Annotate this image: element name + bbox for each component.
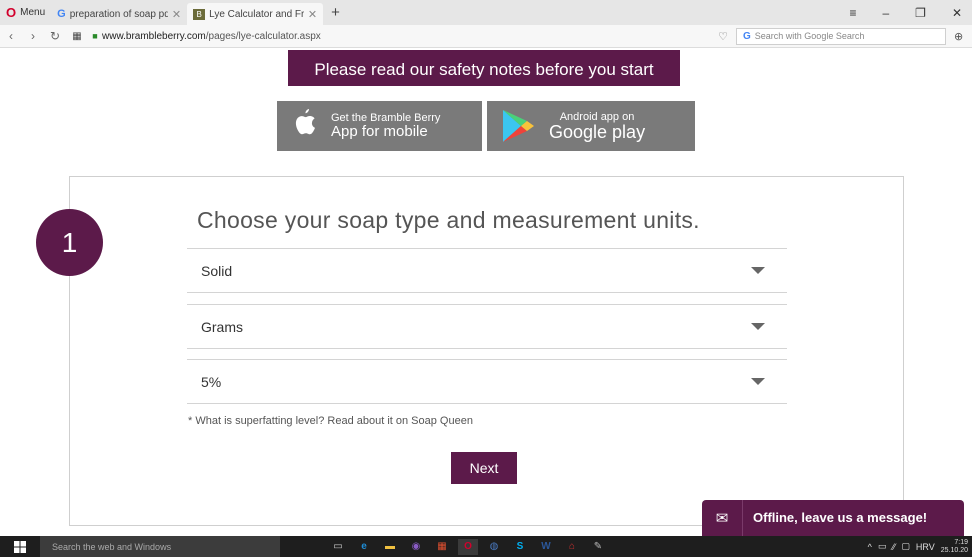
tab-google-search[interactable]: G preparation of soap pdf - G ✕ bbox=[51, 3, 187, 25]
windows-start-icon[interactable] bbox=[0, 540, 40, 553]
soap-type-value: Solid bbox=[201, 262, 233, 279]
taskbar-search-input[interactable]: Search the web and Windows bbox=[40, 536, 280, 557]
skype-icon[interactable]: S bbox=[510, 539, 530, 555]
step-number-badge: 1 bbox=[36, 209, 103, 276]
tab-close-icon[interactable]: ✕ bbox=[172, 8, 181, 21]
apple-logo-icon bbox=[277, 107, 331, 145]
next-button[interactable]: Next bbox=[451, 452, 517, 484]
safety-notes-banner[interactable]: Please read our safety notes before you … bbox=[288, 50, 680, 86]
new-tab-button[interactable]: + bbox=[323, 4, 348, 21]
back-icon[interactable]: ‹ bbox=[0, 29, 22, 43]
battery-icon[interactable]: ▭ bbox=[878, 541, 887, 552]
window-controls: ≡ – ❐ ✕ bbox=[849, 6, 972, 20]
tab-close-icon[interactable]: ✕ bbox=[308, 8, 317, 21]
tray-expand-icon[interactable]: ^ bbox=[868, 542, 872, 552]
bookmark-heart-icon[interactable]: ♡ bbox=[710, 30, 736, 43]
superfat-level-select[interactable]: 5% bbox=[187, 359, 787, 404]
action-center-icon[interactable]: ▢ bbox=[901, 541, 910, 552]
apple-app-line2: App for mobile bbox=[331, 122, 428, 140]
soap-type-select[interactable]: Solid bbox=[187, 248, 787, 293]
restore-icon[interactable]: ❐ bbox=[915, 6, 926, 20]
viber-icon[interactable]: ◉ bbox=[406, 539, 426, 555]
task-view-icon[interactable]: ▭ bbox=[328, 539, 348, 555]
offline-chat-widget[interactable]: ✉ Offline, leave us a message! bbox=[702, 500, 964, 536]
envelope-icon: ✉ bbox=[715, 510, 729, 527]
tab-lye-calculator[interactable]: B Lye Calculator and Fragran ✕ bbox=[187, 3, 324, 25]
bramble-berry-favicon-icon: B bbox=[193, 8, 206, 20]
tab-menu-icon[interactable]: ≡ bbox=[849, 6, 856, 20]
google-search-icon: G bbox=[743, 30, 751, 42]
chevron-down-icon bbox=[751, 267, 765, 274]
paint-icon[interactable]: ✎ bbox=[588, 539, 608, 555]
opera-taskbar-icon[interactable]: O bbox=[458, 538, 478, 555]
chrome-icon[interactable]: ◍ bbox=[484, 539, 504, 555]
forward-icon[interactable]: › bbox=[22, 29, 44, 43]
store-icon[interactable]: ▦ bbox=[432, 539, 452, 555]
browser-nav-bar: ‹ › ↻ ▦ ■ www.brambleberry.com/pages/lye… bbox=[0, 25, 972, 48]
system-tray: ^ ▭ ⁄⁄ ▢ HRV 7:19 25.10.20 bbox=[868, 539, 972, 555]
address-bar[interactable]: www.brambleberry.com/pages/lye-calculato… bbox=[102, 31, 710, 42]
opera-logo-icon: O bbox=[6, 5, 17, 20]
browser-search-input[interactable]: G Search with Google Search bbox=[736, 27, 946, 45]
menu-label: Menu bbox=[20, 7, 46, 18]
superfat-note-link[interactable]: * What is superfatting level? Read about… bbox=[188, 415, 473, 427]
close-window-icon[interactable]: ✕ bbox=[952, 6, 962, 20]
google-play-icon bbox=[487, 108, 549, 144]
pdf-reader-icon[interactable]: ⌂ bbox=[562, 539, 582, 555]
lock-icon: ■ bbox=[92, 31, 98, 41]
speed-dial-icon[interactable]: ▦ bbox=[66, 31, 88, 42]
google-favicon-icon: G bbox=[57, 8, 66, 20]
offline-chat-label: Offline, leave us a message! bbox=[742, 500, 927, 536]
section-title: Choose your soap type and measurement un… bbox=[197, 207, 700, 233]
tab-label: preparation of soap pdf - G bbox=[69, 8, 168, 20]
clock-time: 7:19 bbox=[954, 538, 968, 546]
word-icon[interactable]: W bbox=[536, 539, 556, 555]
network-icon[interactable]: ⁄⁄ bbox=[892, 542, 895, 552]
language-indicator[interactable]: HRV bbox=[916, 542, 935, 552]
file-explorer-icon[interactable]: ▬ bbox=[380, 539, 400, 555]
measurement-units-value: Grams bbox=[201, 318, 243, 335]
tab-label: Lye Calculator and Fragran bbox=[209, 8, 304, 20]
extension-icon[interactable]: ⊕ bbox=[954, 30, 972, 43]
opera-menu-button[interactable]: O Menu bbox=[0, 0, 51, 25]
measurement-units-select[interactable]: Grams bbox=[187, 304, 787, 349]
browser-tab-bar: O Menu G preparation of soap pdf - G ✕ B… bbox=[0, 0, 972, 25]
apple-app-line1: Get the Bramble Berry bbox=[331, 111, 441, 124]
search-placeholder: Search with Google Search bbox=[754, 31, 865, 41]
url-host: www.brambleberry.com bbox=[102, 30, 206, 42]
google-app-line2: Google play bbox=[549, 121, 646, 142]
google-play-button[interactable]: Android app on Google play bbox=[487, 101, 695, 151]
url-path: /pages/lye-calculator.aspx bbox=[205, 30, 321, 42]
google-app-line1: Android app on bbox=[559, 110, 635, 123]
apple-app-button[interactable]: Get the Bramble Berry App for mobile bbox=[277, 101, 482, 151]
windows-taskbar: Search the web and Windows ▭ e ▬ ◉ ▦ O ◍… bbox=[0, 536, 972, 557]
edge-icon[interactable]: e bbox=[354, 539, 374, 555]
minimize-icon[interactable]: – bbox=[882, 6, 889, 20]
system-clock[interactable]: 7:19 25.10.20 bbox=[941, 539, 968, 555]
superfat-level-value: 5% bbox=[201, 373, 222, 390]
chevron-down-icon bbox=[751, 378, 765, 385]
reload-icon[interactable]: ↻ bbox=[44, 29, 66, 43]
chevron-down-icon bbox=[751, 323, 765, 330]
clock-date: 25.10.20 bbox=[940, 546, 968, 554]
